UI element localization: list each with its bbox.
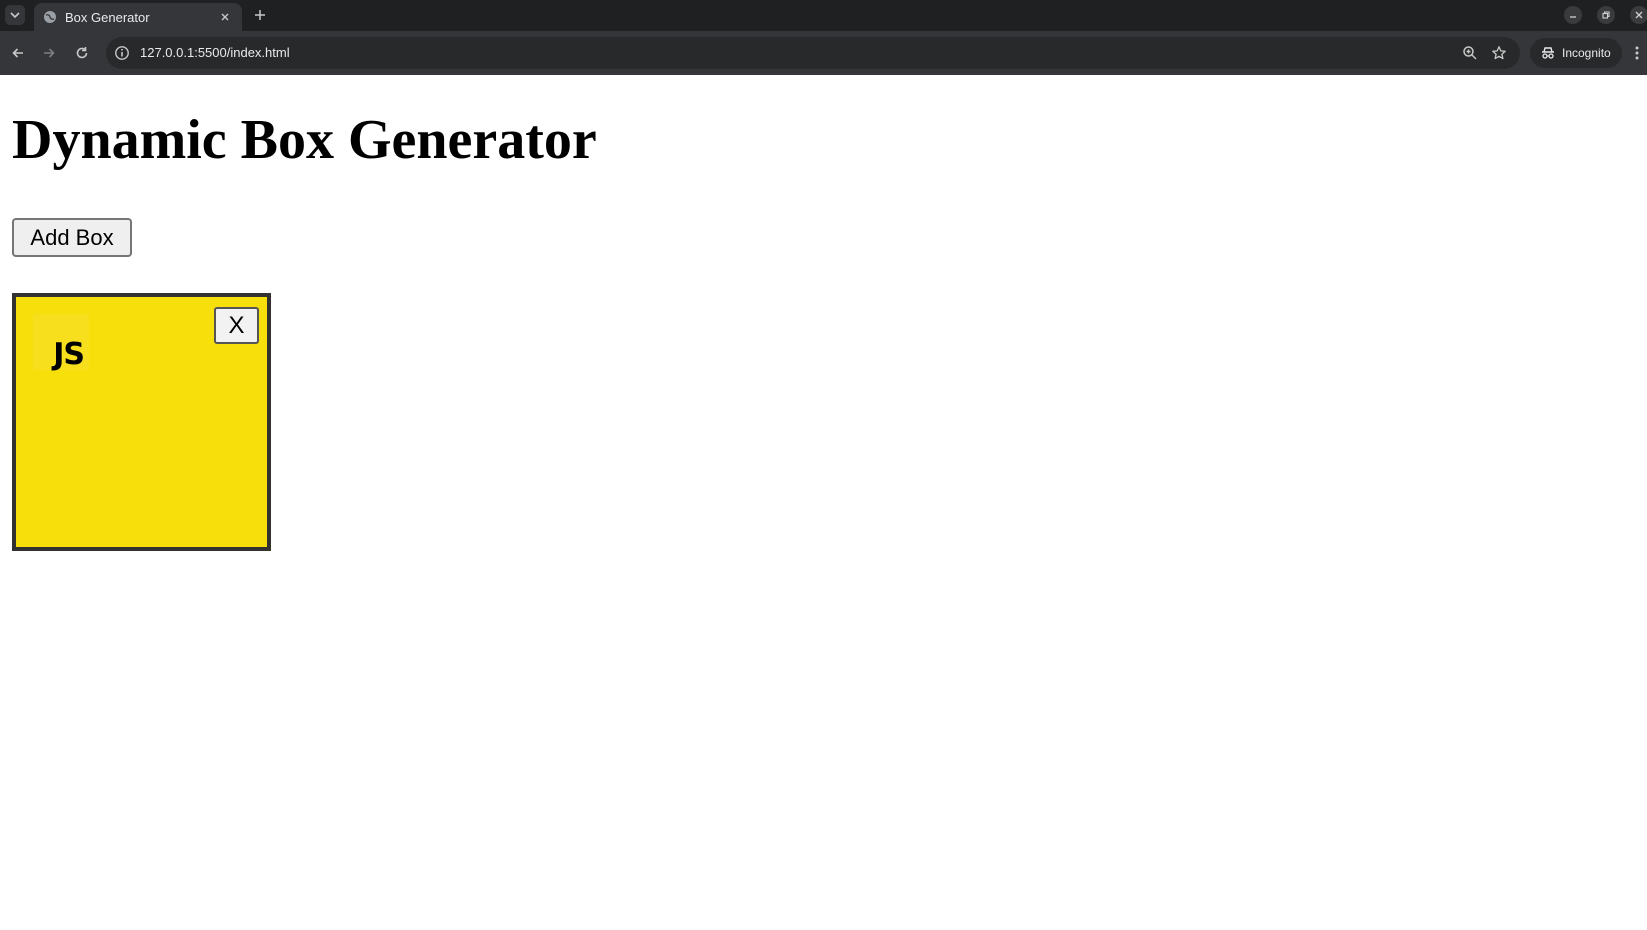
- close-icon: [1635, 11, 1643, 19]
- arrow-left-icon: [12, 48, 23, 58]
- chevron-down-icon: [10, 12, 20, 19]
- reload-button[interactable]: [71, 42, 93, 64]
- tab-search-button[interactable]: [5, 5, 25, 25]
- browser-menu-button[interactable]: [1632, 44, 1642, 62]
- browser-toolbar: 127.0.0.1:5500/index.html Incognito: [0, 31, 1647, 75]
- generated-box: JS X: [12, 293, 271, 551]
- minimize-button[interactable]: [1564, 6, 1582, 24]
- plus-icon: [255, 10, 265, 20]
- add-box-button[interactable]: Add Box: [12, 218, 132, 257]
- tab-title: Box Generator: [65, 9, 150, 25]
- back-button[interactable]: [7, 42, 29, 64]
- page-title: Dynamic Box Generator: [12, 109, 597, 171]
- js-logo: JS: [33, 314, 89, 370]
- browser-tab[interactable]: Box Generator: [34, 3, 242, 31]
- zoom-icon[interactable]: [1462, 45, 1478, 61]
- site-info-icon[interactable]: [114, 45, 130, 61]
- forward-button[interactable]: [38, 42, 60, 64]
- tab-close-icon[interactable]: [217, 9, 233, 25]
- address-bar[interactable]: 127.0.0.1:5500/index.html: [106, 37, 1520, 69]
- page-content: Dynamic Box Generator Add Box JS X: [0, 75, 1647, 930]
- js-logo-text: JS: [53, 337, 85, 372]
- minimize-icon: [1570, 16, 1576, 18]
- reload-icon: [76, 47, 88, 59]
- box-close-button[interactable]: X: [214, 307, 259, 344]
- close-window-button[interactable]: [1630, 6, 1647, 24]
- url-text[interactable]: 127.0.0.1:5500/index.html: [140, 45, 290, 60]
- restore-icon: [1602, 11, 1610, 19]
- restore-button[interactable]: [1597, 6, 1615, 24]
- incognito-indicator[interactable]: Incognito: [1530, 38, 1622, 68]
- incognito-label: Incognito: [1562, 46, 1611, 60]
- new-tab-button[interactable]: [251, 6, 269, 24]
- bookmark-star-icon[interactable]: [1491, 45, 1507, 61]
- tab-strip: Box Generator: [0, 0, 1647, 31]
- arrow-right-icon: [44, 48, 55, 58]
- incognito-icon: [1540, 45, 1556, 61]
- more-vertical-icon: [1635, 46, 1639, 60]
- globe-icon: [43, 10, 57, 24]
